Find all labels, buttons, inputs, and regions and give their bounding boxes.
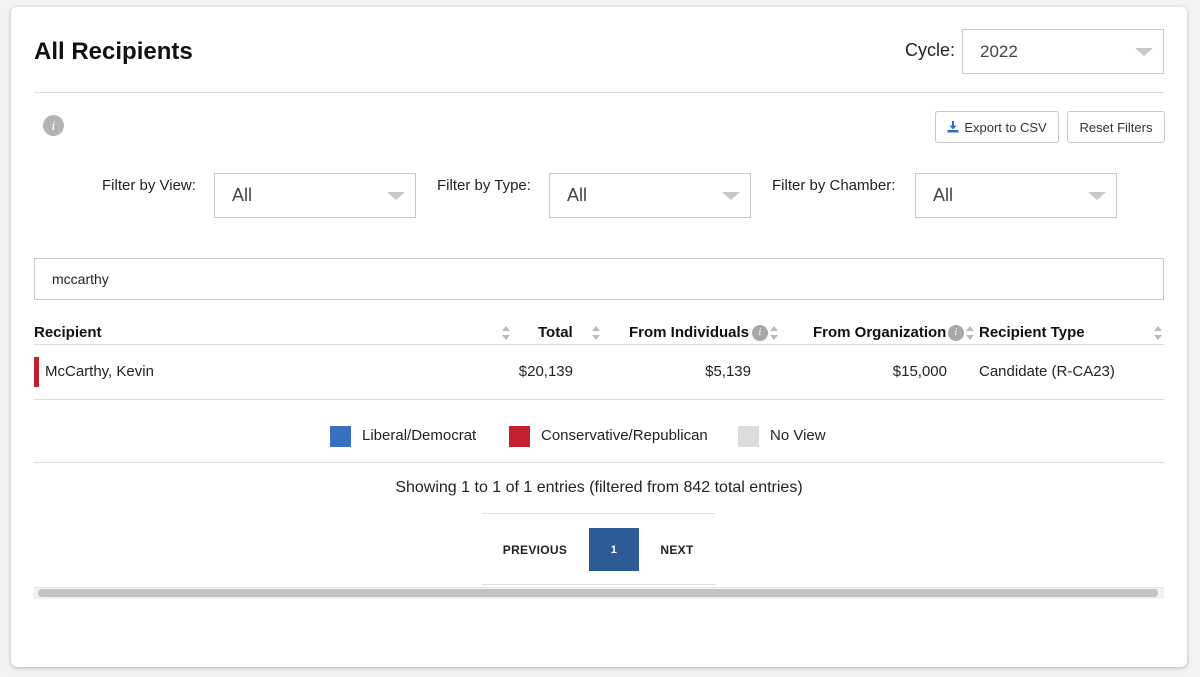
divider bbox=[482, 584, 716, 585]
cycle-value: 2022 bbox=[980, 41, 1018, 61]
sort-icon[interactable] bbox=[502, 326, 510, 340]
filter-type-label: Filter by Type: bbox=[437, 177, 531, 194]
legend-label-democrat: Liberal/Democrat bbox=[362, 427, 477, 444]
download-icon bbox=[947, 121, 959, 133]
previous-page-button[interactable]: PREVIOUS bbox=[494, 528, 576, 571]
sort-icon[interactable] bbox=[1154, 326, 1162, 340]
cycle-label: Cycle: bbox=[905, 40, 956, 60]
divider bbox=[34, 92, 1164, 93]
reset-filters-label: Reset Filters bbox=[1079, 119, 1153, 135]
filter-view-select[interactable]: All bbox=[214, 173, 416, 218]
divider bbox=[34, 399, 1164, 400]
sort-icon[interactable] bbox=[966, 326, 974, 340]
chevron-down-icon bbox=[387, 191, 405, 200]
filter-chamber-select[interactable]: All bbox=[915, 173, 1117, 218]
export-csv-label: Export to CSV bbox=[964, 119, 1047, 135]
table-cell-from-organization: $15,000 bbox=[892, 363, 947, 380]
legend-label-no-view: No View bbox=[770, 427, 826, 444]
legend-swatch-republican bbox=[509, 426, 530, 447]
chevron-down-icon bbox=[1135, 47, 1153, 56]
recipients-card: All Recipients Cycle: 2022 i Export to C… bbox=[11, 7, 1187, 667]
divider bbox=[34, 462, 1164, 463]
page-1-button[interactable]: 1 bbox=[589, 528, 639, 571]
page-title: All Recipients bbox=[34, 38, 193, 65]
export-csv-button[interactable]: Export to CSV bbox=[935, 111, 1059, 143]
search-input-value: mccarthy bbox=[52, 271, 109, 287]
search-input[interactable]: mccarthy bbox=[34, 258, 1164, 300]
legend-label-republican: Conservative/Republican bbox=[541, 427, 708, 444]
info-icon[interactable]: i bbox=[752, 325, 768, 341]
filter-view-value: All bbox=[232, 185, 253, 205]
legend-swatch-democrat bbox=[330, 426, 351, 447]
reset-filters-button[interactable]: Reset Filters bbox=[1067, 111, 1165, 143]
column-header-recipient[interactable]: Recipient bbox=[34, 324, 102, 341]
column-header-recipient-type[interactable]: Recipient Type bbox=[979, 324, 1085, 341]
cycle-select[interactable]: 2022 bbox=[962, 29, 1164, 74]
next-page-button[interactable]: NEXT bbox=[647, 528, 707, 571]
table-info-text: Showing 1 to 1 of 1 entries (filtered fr… bbox=[395, 479, 803, 496]
table-cell-total: $20,139 bbox=[518, 363, 573, 380]
chevron-down-icon bbox=[722, 191, 740, 200]
info-icon[interactable]: i bbox=[948, 325, 964, 341]
table-cell-recipient-type: Candidate (R-CA23) bbox=[979, 363, 1115, 380]
party-color-bar bbox=[34, 357, 39, 387]
filter-type-select[interactable]: All bbox=[549, 173, 751, 218]
column-header-from-individuals[interactable]: From Individuals bbox=[629, 324, 749, 341]
divider bbox=[482, 513, 716, 514]
divider bbox=[34, 344, 1164, 345]
info-icon[interactable]: i bbox=[43, 115, 64, 136]
filter-view-label: Filter by View: bbox=[102, 177, 196, 194]
legend-swatch-no-view bbox=[738, 426, 759, 447]
recipient-name-link[interactable]: McCarthy, Kevin bbox=[45, 363, 154, 380]
filter-chamber-value: All bbox=[933, 185, 954, 205]
sort-icon[interactable] bbox=[592, 326, 600, 340]
sort-icon[interactable] bbox=[770, 326, 778, 340]
column-header-total[interactable]: Total bbox=[538, 324, 573, 341]
filter-type-value: All bbox=[567, 185, 588, 205]
filter-chamber-label: Filter by Chamber: bbox=[772, 177, 896, 194]
table-cell-from-individuals: $5,139 bbox=[705, 363, 751, 380]
column-header-from-organization[interactable]: From Organization bbox=[813, 324, 946, 341]
chevron-down-icon bbox=[1088, 191, 1106, 200]
scrollbar-thumb[interactable] bbox=[38, 589, 1158, 597]
